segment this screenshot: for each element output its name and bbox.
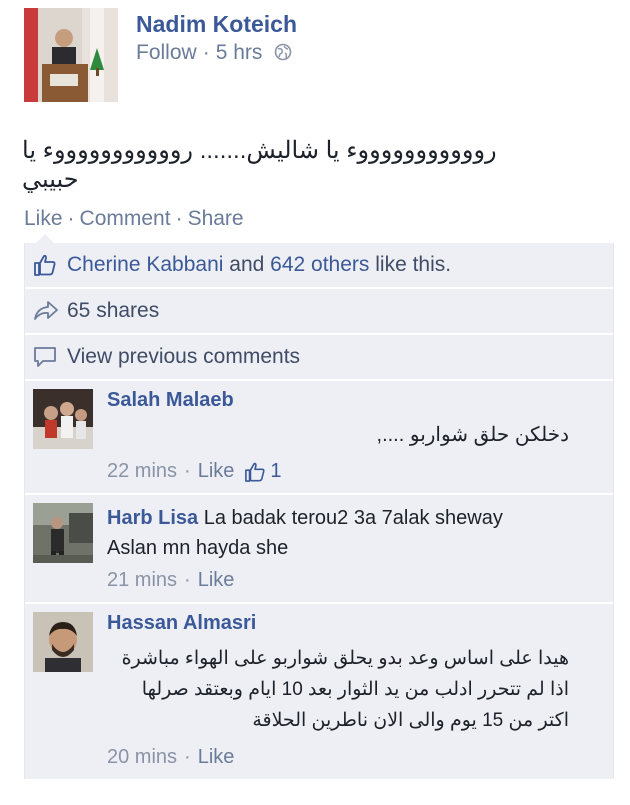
likes-summary-row: Cherine Kabbani and 642 others like this… (25, 243, 613, 289)
commenter-avatar[interactable] (33, 503, 93, 563)
meta-separator: · (184, 746, 191, 768)
commenter-name[interactable]: Harb Lisa (107, 507, 198, 529)
commenter-name[interactable]: Hassan Almasri (107, 612, 597, 635)
comment-timestamp[interactable]: 20 mins (107, 746, 177, 769)
post-text: روووووووووووء يا شاليش....... رووووووووو… (22, 137, 497, 193)
post-author-name[interactable]: Nadim Koteich (136, 11, 297, 38)
comment-like-link[interactable]: Like (198, 569, 235, 592)
meta-separator: · (202, 41, 210, 64)
comment-meta: 21 mins · Like (107, 569, 597, 592)
comment-text-line: Harb Lisa La badak terou2 3a 7alak shewa… (107, 503, 597, 533)
comment-like-link[interactable]: Like (198, 460, 235, 483)
commenter-avatar[interactable] (33, 389, 93, 449)
shares-row: 65 shares (25, 289, 613, 335)
view-previous-comments-link[interactable]: View previous comments (67, 345, 300, 369)
feedback-box-pointer (36, 234, 54, 243)
meta-separator: · (184, 569, 191, 591)
thumbs-up-icon (245, 462, 265, 482)
others-link[interactable]: 642 others (270, 253, 369, 276)
view-previous-row: View previous comments (25, 335, 613, 381)
comment-item: Harb Lisa La badak terou2 3a 7alak shewa… (25, 495, 613, 604)
comment-meta: 20 mins · Like (107, 746, 597, 769)
commenter-avatar[interactable] (33, 612, 93, 672)
comment-body: Harb Lisa La badak terou2 3a 7alak shewa… (107, 503, 597, 592)
comment-text: هيدا على اساس وعد بدو يحلق شواربو على ال… (121, 648, 569, 731)
follow-link[interactable]: Follow (136, 41, 197, 64)
comment-timestamp[interactable]: 22 mins (107, 460, 177, 483)
action-separator: · (67, 207, 75, 230)
comment-text: دخلكن حلق شواربو ...., (376, 424, 569, 446)
comment-link[interactable]: Comment (80, 207, 171, 230)
globe-icon (274, 43, 292, 61)
comment-like-link[interactable]: Like (198, 746, 235, 769)
likes-suffix: like this. (369, 253, 452, 276)
feedback-box: Cherine Kabbani and 642 others like this… (24, 243, 614, 779)
likes-and: and (223, 253, 271, 276)
thumbs-up-icon (33, 253, 61, 277)
share-link[interactable]: Share (188, 207, 244, 230)
comment-body: Hassan Almasri هيدا على اساس وعد بدو يحل… (107, 612, 597, 769)
post-actions: Like · Comment · Share (24, 207, 244, 231)
meta-separator: · (184, 460, 191, 482)
commenter-name[interactable]: Salah Malaeb (107, 389, 597, 412)
shares-count-link[interactable]: 65 shares (67, 299, 159, 323)
comment-meta: 22 mins · Like 1 (107, 460, 597, 483)
comment-item: Hassan Almasri هيدا على اساس وعد بدو يحل… (25, 604, 613, 779)
comment-like-count[interactable]: 1 (270, 460, 281, 483)
comment-body: Salah Malaeb دخلكن حلق شواربو ...., 22 m… (107, 389, 597, 483)
comment-text: La badak terou2 3a 7alak sheway (203, 507, 503, 529)
liker-name-link[interactable]: Cherine Kabbani (67, 253, 223, 276)
action-separator: · (175, 207, 183, 230)
comment-bubble-icon (33, 345, 61, 369)
post-meta: Follow · 5 hrs (136, 41, 292, 65)
post-timestamp[interactable]: 5 hrs (216, 41, 263, 64)
like-link[interactable]: Like (24, 207, 63, 230)
comment-item: Salah Malaeb دخلكن حلق شواربو ...., 22 m… (25, 381, 613, 495)
author-avatar[interactable] (24, 8, 118, 102)
likes-summary-text: Cherine Kabbani and 642 others like this… (67, 253, 451, 277)
share-arrow-icon (33, 299, 61, 323)
comment-timestamp[interactable]: 21 mins (107, 569, 177, 592)
comment-text-second-line: Aslan mn hayda she (107, 537, 289, 559)
